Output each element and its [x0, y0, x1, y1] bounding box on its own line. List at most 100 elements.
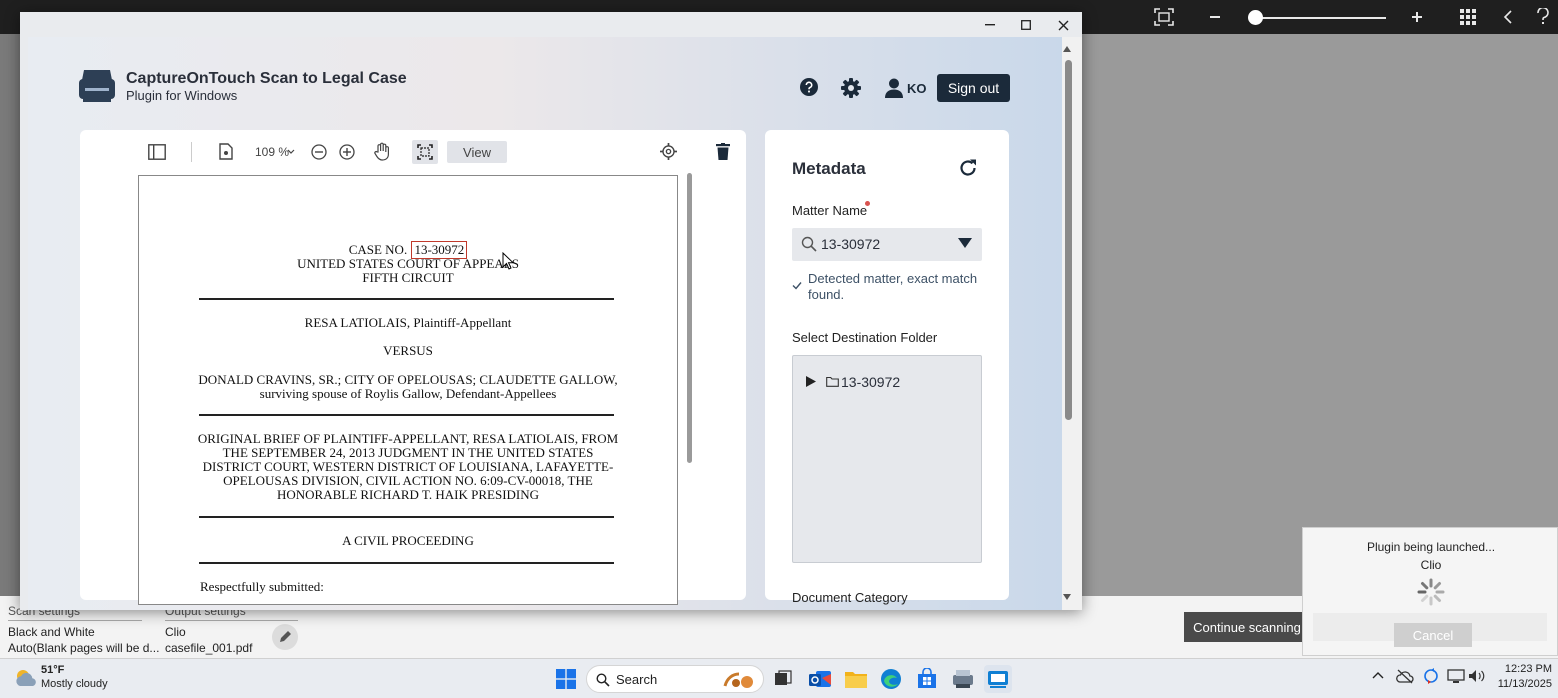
zoom-level[interactable]: 109 %	[255, 145, 289, 159]
destination-folder-label: Select Destination Folder	[792, 330, 938, 345]
user-icon[interactable]	[884, 78, 904, 98]
zoom-in-icon[interactable]	[1407, 8, 1427, 26]
brief-line-3: DISTRICT COURT, WESTERN DISTRICT OF LOUI…	[202, 459, 614, 474]
settings-gear-icon[interactable]	[841, 78, 861, 98]
detected-line-1: Detected matter, exact match	[808, 271, 978, 286]
viewer-settings-icon[interactable]	[660, 143, 677, 160]
plugin-launch-notification: Plugin being launched... Clio Cancel	[1302, 527, 1558, 656]
captureontouch-taskbar-icon[interactable]	[984, 665, 1012, 693]
expand-arrow-icon[interactable]	[806, 376, 816, 387]
pencil-icon	[280, 631, 291, 642]
divider	[8, 620, 142, 621]
court-line: UNITED STATES COURT OF APPEALS	[297, 256, 519, 271]
store-icon[interactable]	[913, 665, 941, 693]
tray-network-icon[interactable]	[1447, 668, 1465, 684]
view-button[interactable]: View	[447, 141, 507, 163]
case-number-value: 13-30972	[414, 242, 465, 257]
toast-cancel-button[interactable]: Cancel	[1394, 623, 1472, 647]
scroll-down-icon[interactable]	[1063, 594, 1071, 602]
brief-line-5: HONORABLE RICHARD T. HAIK PRESIDING	[276, 487, 540, 502]
zoom-slider-thumb[interactable]	[1248, 10, 1263, 25]
refresh-icon[interactable]	[958, 158, 978, 178]
task-view-icon[interactable]	[769, 665, 797, 693]
checkmark-icon	[792, 281, 802, 290]
scroll-up-icon[interactable]	[1063, 46, 1071, 54]
page-rule	[199, 516, 614, 518]
tray-volume-icon[interactable]	[1468, 668, 1486, 684]
app-title: CaptureOnTouch Scan to Legal Case	[126, 70, 407, 87]
sidebar-toggle-icon[interactable]	[148, 144, 166, 160]
versus-line: VERSUS	[383, 343, 433, 358]
crop-select-icon	[417, 144, 433, 160]
close-button[interactable]	[1053, 16, 1073, 34]
zoom-in-icon[interactable]	[339, 144, 355, 160]
folder-item-label[interactable]: 13-30972	[841, 374, 900, 390]
matter-detected-message: Detected matter, exact match found.	[808, 271, 977, 303]
fit-screen-icon[interactable]	[1152, 6, 1176, 28]
apps-grid-icon[interactable]	[1457, 6, 1479, 28]
file-explorer-icon[interactable]	[842, 665, 870, 693]
matter-name-value[interactable]: 13-30972	[821, 236, 880, 252]
zoom-slider-track[interactable]	[1253, 17, 1386, 19]
tray-sync-icon[interactable]	[1422, 668, 1440, 684]
tray-cloud-icon[interactable]	[1396, 668, 1414, 684]
folder-icon	[826, 376, 839, 387]
proceeding-line: A CIVIL PROCEEDING	[342, 533, 474, 548]
scanned-page: CASE NO. 13-30972 UNITED STATES COURT OF…	[138, 175, 678, 605]
divider	[165, 620, 298, 621]
clock-time[interactable]: 12:23 PM	[1490, 663, 1552, 675]
background-canvas	[1082, 34, 1558, 596]
weather-description[interactable]: Mostly cloudy	[41, 678, 108, 690]
circuit-line: FIFTH CIRCUIT	[362, 270, 454, 285]
metadata-title: Metadata	[792, 159, 866, 178]
windows-taskbar: 51°F Mostly cloudy Search 12:23 PM 11/13…	[0, 658, 1558, 698]
page-scrollbar[interactable]	[687, 173, 692, 463]
page-rule	[199, 298, 614, 300]
scanner-app-icon[interactable]	[949, 665, 977, 693]
page-rule	[199, 562, 614, 564]
toast-app-name: Clio	[1420, 558, 1442, 572]
edit-output-button[interactable]	[272, 624, 298, 650]
outlook-icon[interactable]	[806, 665, 834, 693]
window-titlebar	[20, 12, 1082, 37]
sign-out-button[interactable]: Sign out	[937, 74, 1010, 102]
taskbar-search-box[interactable]: Search	[586, 665, 764, 693]
brief-line-2: THE SEPTEMBER 24, 2013 JUDGMENT IN THE U…	[222, 445, 594, 460]
tray-overflow-icon[interactable]	[1372, 671, 1384, 681]
brief-line-1: ORIGINAL BRIEF OF PLAINTIFF-APPELLANT, R…	[197, 431, 619, 446]
trash-icon[interactable]	[716, 143, 730, 160]
dropdown-arrow-icon[interactable]	[958, 238, 972, 248]
weather-temperature[interactable]: 51°F	[41, 664, 64, 676]
help-icon[interactable]	[800, 78, 818, 96]
user-initials[interactable]: KO	[907, 81, 927, 96]
scrollbar-thumb[interactable]	[1065, 60, 1072, 420]
edge-browser-icon[interactable]	[877, 665, 905, 693]
help-icon[interactable]	[1532, 6, 1554, 28]
scanner-logo-icon	[78, 68, 116, 104]
select-area-button[interactable]	[412, 140, 438, 164]
search-icon	[596, 673, 610, 687]
app-subtitle: Plugin for Windows	[126, 88, 238, 103]
clock-date[interactable]: 11/13/2025	[1490, 678, 1552, 690]
zoom-out-icon[interactable]	[311, 144, 327, 160]
defendants-line-1: DONALD CRAVINS, SR.; CITY OF OPELOUSAS; …	[198, 372, 618, 387]
pan-hand-icon[interactable]	[374, 142, 391, 161]
continue-scanning-button[interactable]: Continue scanning	[1184, 612, 1310, 642]
toast-message: Plugin being launched...	[1366, 540, 1496, 554]
case-number-label: CASE NO.	[348, 242, 408, 257]
plugin-window: CaptureOnTouch Scan to Legal Case Plugin…	[20, 12, 1082, 610]
matter-name-label: Matter Name	[792, 203, 868, 218]
zoom-out-icon[interactable]	[1205, 8, 1225, 26]
maximize-button[interactable]	[1016, 16, 1036, 34]
page-rule	[199, 414, 614, 416]
minimize-button[interactable]	[980, 16, 1000, 34]
color-mode-value[interactable]: Black and White	[8, 625, 95, 639]
blank-pages-value[interactable]: Auto(Blank pages will be d...	[8, 641, 159, 655]
start-windows-icon[interactable]	[552, 665, 580, 693]
search-highlight-icon	[721, 670, 759, 690]
weather-cloud-icon[interactable]	[14, 668, 38, 688]
back-icon[interactable]	[1498, 7, 1518, 27]
page-icon[interactable]	[219, 143, 233, 160]
loading-spinner-icon	[1417, 578, 1445, 606]
chevron-down-icon[interactable]	[287, 149, 295, 155]
